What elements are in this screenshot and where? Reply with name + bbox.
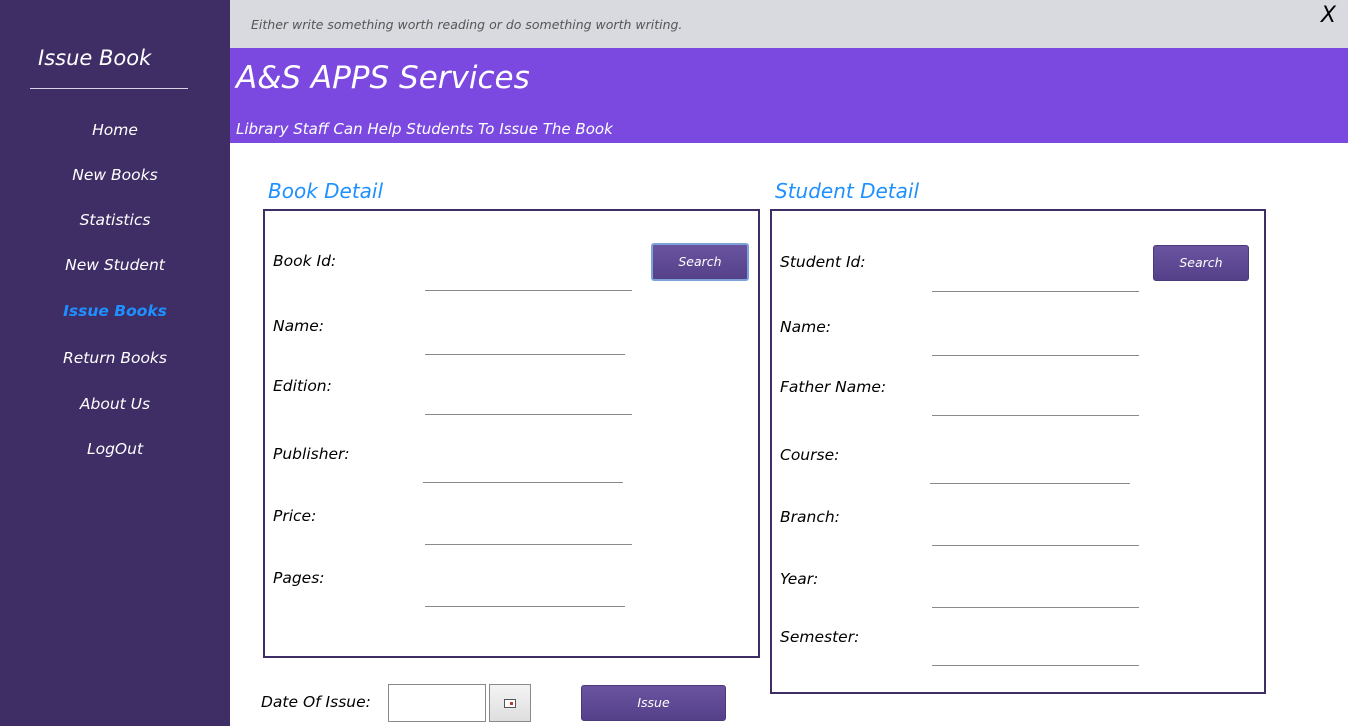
branch-label: Branch: — [780, 508, 840, 526]
book-id-label: Book Id: — [273, 252, 337, 270]
book-id-input[interactable] — [425, 290, 632, 291]
year-input[interactable] — [932, 607, 1139, 608]
issue-button[interactable]: Issue — [581, 685, 726, 721]
sidebar-item-statistics[interactable]: Statistics — [0, 211, 230, 229]
sidebar-item-logout[interactable]: LogOut — [0, 440, 230, 458]
book-pages-label: Pages: — [273, 569, 325, 587]
student-detail-title: Student Detail — [775, 179, 920, 203]
course-input[interactable] — [930, 483, 1130, 484]
sidebar-item-home[interactable]: Home — [0, 121, 230, 139]
sidebar-item-issue-books[interactable]: Issue Books — [0, 302, 230, 320]
date-of-issue-input[interactable] — [388, 684, 486, 722]
book-price-input[interactable] — [425, 544, 632, 545]
father-name-label: Father Name: — [780, 378, 887, 396]
quote-text: Either write something worth reading or … — [251, 17, 683, 32]
app-title: A&S APPS Services — [236, 60, 530, 96]
calendar-icon — [504, 699, 516, 708]
sidebar-item-return-books[interactable]: Return Books — [0, 349, 230, 367]
student-name-label: Name: — [780, 318, 831, 336]
student-search-button[interactable]: Search — [1153, 245, 1249, 281]
sidebar-item-new-books[interactable]: New Books — [0, 166, 230, 184]
header-banner: A&S APPS Services Library Staff Can Help… — [230, 48, 1348, 143]
year-label: Year: — [780, 570, 819, 588]
semester-input[interactable] — [932, 665, 1139, 666]
book-pages-input[interactable] — [425, 606, 625, 607]
book-edition-label: Edition: — [273, 377, 332, 395]
branch-input[interactable] — [932, 545, 1139, 546]
father-name-input[interactable] — [932, 415, 1139, 416]
book-price-label: Price: — [273, 507, 317, 525]
semester-label: Semester: — [780, 628, 860, 646]
quote-bar: Either write something worth reading or … — [230, 0, 1348, 48]
book-name-label: Name: — [273, 317, 324, 335]
sidebar-divider — [30, 88, 188, 89]
course-label: Course: — [780, 446, 840, 464]
book-detail-title: Book Detail — [268, 179, 384, 203]
book-search-button[interactable]: Search — [651, 243, 749, 281]
sidebar-item-about-us[interactable]: About Us — [0, 395, 230, 413]
student-detail-panel — [770, 209, 1266, 694]
date-picker-button[interactable] — [489, 684, 531, 722]
sidebar-item-new-student[interactable]: New Student — [0, 256, 230, 274]
book-publisher-input[interactable] — [423, 482, 623, 483]
student-id-input[interactable] — [932, 291, 1139, 292]
date-of-issue-label: Date Of Issue: — [261, 693, 371, 711]
app-subtitle: Library Staff Can Help Students To Issue… — [236, 120, 613, 138]
book-name-input[interactable] — [425, 354, 625, 355]
book-edition-input[interactable] — [425, 414, 632, 415]
student-id-label: Student Id: — [780, 253, 866, 271]
close-button[interactable]: X — [1321, 3, 1336, 28]
student-name-input[interactable] — [932, 355, 1139, 356]
sidebar: Issue Book Home New Books Statistics New… — [0, 0, 230, 726]
book-publisher-label: Publisher: — [273, 445, 350, 463]
sidebar-title: Issue Book — [38, 46, 152, 70]
